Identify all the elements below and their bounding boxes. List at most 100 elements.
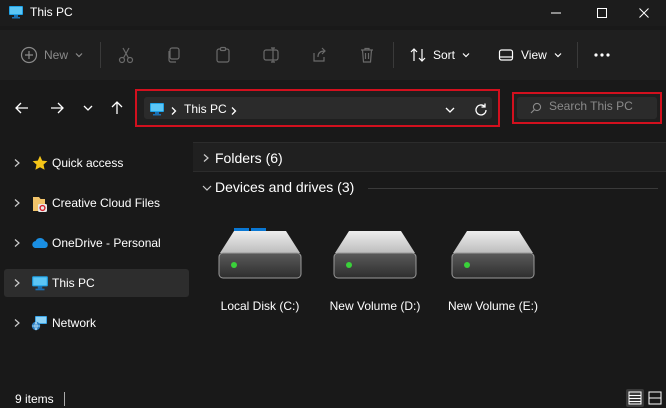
view-label: View: [521, 48, 547, 62]
arrow-right-icon: [51, 102, 64, 114]
chevron-right-icon[interactable]: [201, 152, 211, 164]
up-button[interactable]: [105, 96, 129, 120]
chevron-down-icon: [83, 105, 93, 111]
item-count: 9 items: [15, 392, 54, 406]
chevron-right-icon[interactable]: [12, 157, 22, 169]
chevron-down-icon[interactable]: [201, 182, 212, 194]
copy-button[interactable]: [165, 42, 183, 68]
drive-tile-d[interactable]: New Volume (D:): [323, 205, 427, 321]
drive-tile-c[interactable]: Local Disk (C:): [208, 205, 312, 321]
address-bar[interactable]: This PC: [135, 89, 500, 127]
paste-button[interactable]: [214, 42, 232, 68]
chevron-down-icon: [462, 53, 470, 58]
refresh-button[interactable]: [473, 102, 489, 121]
sidebar-item-label: This PC: [52, 276, 95, 290]
address-history-button[interactable]: [444, 104, 456, 119]
maximize-button[interactable]: [580, 0, 624, 26]
star-icon: [31, 155, 49, 171]
toolbar-divider: [577, 42, 578, 68]
command-bar: New Sort View: [0, 30, 666, 80]
share-button[interactable]: [310, 42, 328, 68]
chevron-right-icon[interactable]: [12, 237, 22, 249]
view-layout-icon: [498, 49, 514, 61]
network-icon: [31, 315, 49, 331]
sidebar-item-label: Creative Cloud Files: [52, 196, 161, 210]
search-box[interactable]: [512, 92, 662, 124]
hard-drive-icon: [218, 231, 302, 279]
drive-label: New Volume (E:): [447, 299, 539, 313]
view-button[interactable]: View: [497, 42, 563, 68]
more-dots-icon: [594, 53, 610, 57]
breadcrumb-this-pc[interactable]: This PC: [184, 102, 227, 116]
back-button[interactable]: [10, 96, 34, 120]
chevron-right-icon[interactable]: [12, 317, 22, 329]
toolbar-divider: [393, 42, 394, 68]
close-icon: [639, 8, 649, 18]
new-button[interactable]: New: [20, 42, 84, 68]
monitor-icon: [8, 5, 24, 19]
sidebar-item-this-pc[interactable]: This PC: [4, 269, 189, 297]
toolbar-divider: [100, 42, 101, 68]
cut-button[interactable]: [117, 42, 135, 68]
chevron-down-icon: [554, 53, 562, 58]
chevron-down-icon: [75, 53, 83, 58]
window-title: This PC: [30, 5, 73, 19]
sidebar-item-label: OneDrive - Personal: [52, 236, 161, 250]
search-icon: [530, 102, 542, 117]
cloud-icon: [31, 235, 49, 251]
drive-label: Local Disk (C:): [220, 299, 300, 313]
title-bar: This PC: [0, 0, 666, 26]
creative-cloud-folder-icon: [31, 195, 49, 212]
sidebar-item-label: Network: [52, 316, 97, 330]
search-input[interactable]: [549, 98, 649, 114]
maximize-icon: [597, 8, 607, 18]
refresh-icon: [475, 103, 487, 116]
chevron-right-icon[interactable]: [12, 277, 22, 289]
group-divider: [368, 188, 658, 189]
address-field[interactable]: This PC: [144, 97, 492, 119]
group-header-devices-and-drives[interactable]: Devices and drives (3): [193, 172, 666, 202]
status-divider: [64, 392, 65, 406]
sidebar-item-onedrive-personal[interactable]: OneDrive - Personal: [4, 229, 189, 257]
drive-tile-e[interactable]: New Volume (E:): [441, 205, 545, 321]
drive-label: New Volume (D:): [329, 299, 421, 313]
monitor-icon: [149, 102, 165, 119]
clipboard-icon: [216, 46, 230, 63]
sort-label: Sort: [433, 48, 456, 62]
sort-button[interactable]: Sort: [409, 42, 471, 68]
arrow-up-icon: [111, 101, 123, 114]
hard-drive-icon: [333, 231, 417, 279]
delete-button[interactable]: [358, 42, 376, 68]
chevron-down-icon: [445, 107, 455, 113]
sidebar-item-label: Quick access: [52, 156, 124, 170]
details-view-button[interactable]: [626, 389, 644, 407]
monitor-icon: [31, 275, 49, 291]
see-more-button[interactable]: [592, 42, 612, 68]
minimize-button[interactable]: [534, 0, 578, 26]
large-icons-view-button[interactable]: [646, 389, 664, 407]
close-button[interactable]: [622, 0, 666, 26]
chevron-right-icon[interactable]: [230, 105, 238, 119]
sidebar-item-creative-cloud-files[interactable]: Creative Cloud Files: [4, 189, 189, 217]
copy-icon: [168, 47, 180, 63]
recent-locations-button[interactable]: [76, 96, 100, 120]
share-icon: [313, 47, 326, 62]
plus-circle-icon: [20, 46, 38, 64]
sidebar-item-quick-access[interactable]: Quick access: [4, 149, 189, 177]
navigation-pane: Quick access Creative Cloud Files OneDri…: [0, 140, 190, 385]
sidebar-item-network[interactable]: Network: [4, 309, 189, 337]
forward-button[interactable]: [45, 96, 69, 120]
scissors-icon: [118, 47, 134, 64]
minimize-icon: [551, 12, 561, 14]
group-label: Devices and drives (3): [215, 179, 355, 195]
rename-button[interactable]: [262, 42, 280, 68]
arrow-left-icon: [15, 102, 28, 114]
new-label: New: [44, 48, 69, 62]
chevron-right-icon[interactable]: [12, 197, 22, 209]
group-header-folders[interactable]: Folders (6): [193, 142, 666, 172]
large-icons-view-icon: [648, 391, 662, 405]
status-bar: 9 items: [0, 388, 666, 408]
hard-drive-icon: [451, 231, 535, 279]
pane-splitter[interactable]: [191, 140, 192, 385]
chevron-right-icon[interactable]: [170, 105, 178, 119]
